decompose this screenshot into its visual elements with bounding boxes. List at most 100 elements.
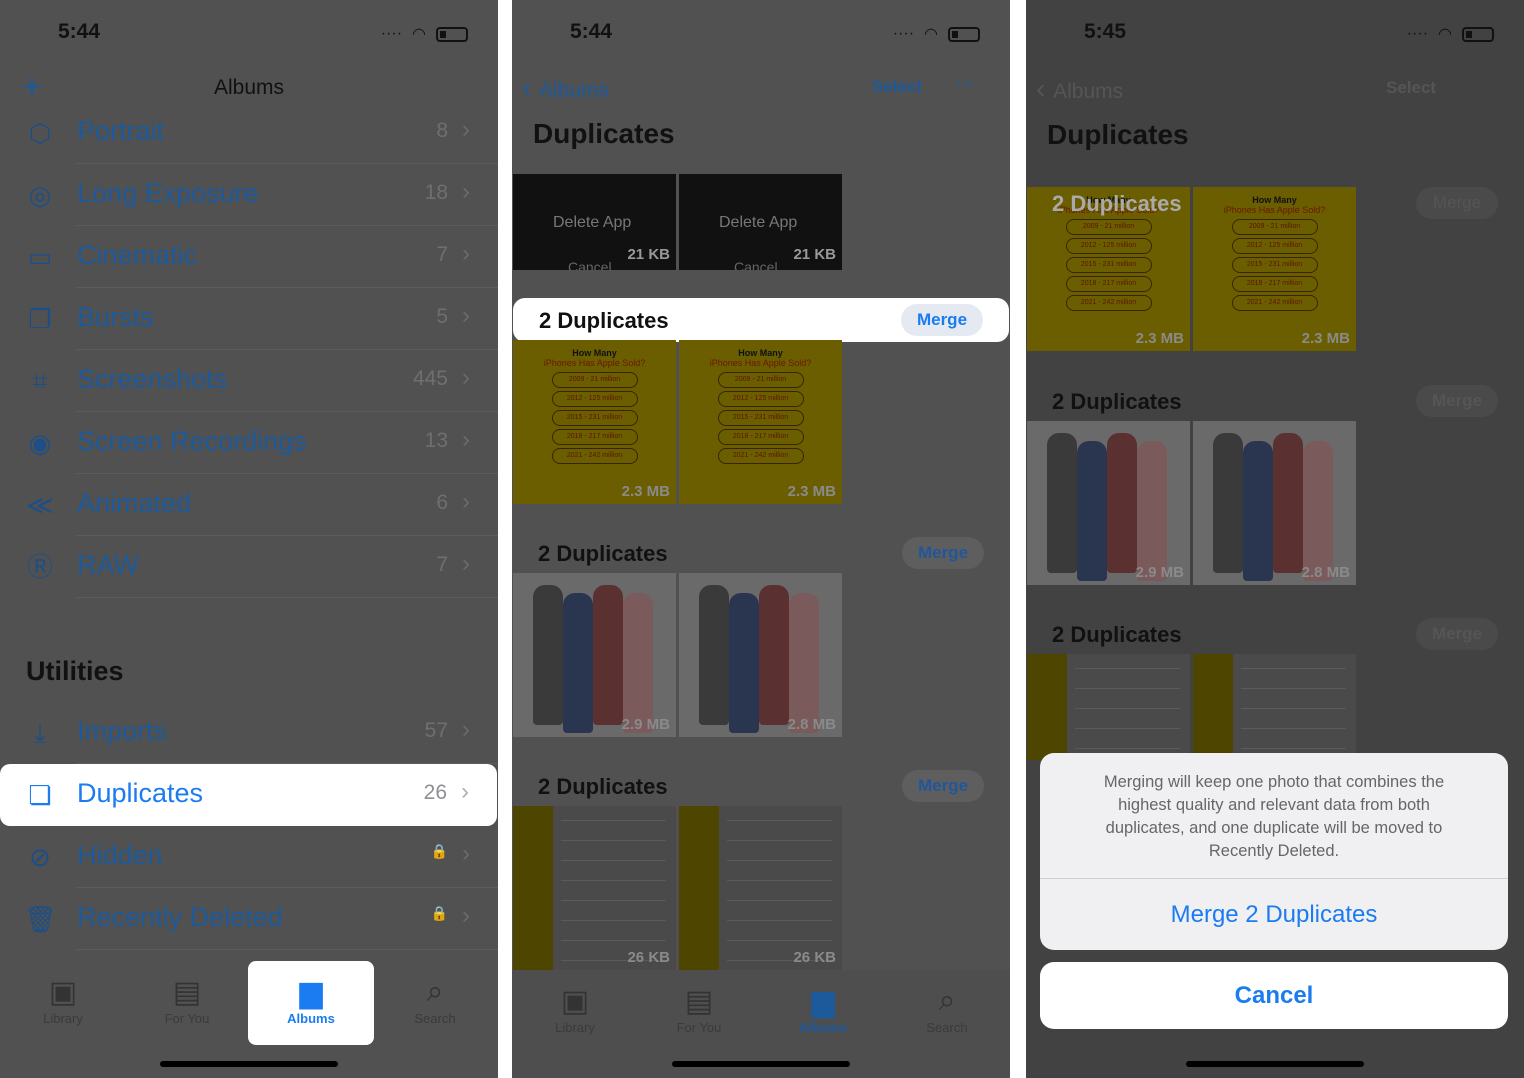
merge-button[interactable]: Merge	[902, 537, 984, 569]
file-size: 2.3 MB	[787, 483, 836, 500]
infographic-title: How Many	[572, 348, 617, 358]
album-label: Hidden	[77, 840, 163, 870]
settings-line	[727, 860, 832, 861]
thumbnail[interactable]: 2.8 MB	[1193, 421, 1356, 585]
home-indicator	[1186, 1061, 1364, 1067]
group-label: 2 Duplicates	[1052, 622, 1182, 647]
merge-button[interactable]: Merge	[1416, 385, 1498, 417]
merge-confirm-screen: 5:45 ···· ◠ ‹ Albums Select Duplicates Ho…	[1026, 0, 1524, 1078]
tab-albums[interactable]: ▆ Albums	[248, 961, 374, 1045]
cube-icon: ⬡	[28, 118, 52, 148]
merge-button[interactable]: Merge	[1416, 187, 1498, 219]
tab-albums[interactable]: ▆ Albums	[760, 970, 886, 1054]
photo-library-icon: ▣	[48, 976, 78, 1009]
thumbnail[interactable]: Delete App Cancel 21 KB	[679, 174, 842, 270]
settings-line	[727, 820, 832, 821]
album-count: 57	[424, 719, 448, 742]
nav-title: Albums	[213, 76, 285, 99]
album-label: Bursts	[77, 302, 154, 332]
album-row-screenshots[interactable]: ⌗ Screenshots 445 ›	[0, 350, 498, 412]
album-row-screen-recordings[interactable]: ◉ Screen Recordings 13 ›	[0, 412, 498, 474]
chevron-right-icon: ›	[462, 716, 470, 743]
album-label: Duplicates	[77, 778, 204, 808]
settings-line	[561, 900, 666, 901]
chevron-right-icon: ›	[461, 778, 469, 805]
tab-library[interactable]: ▣ Library	[0, 961, 126, 1045]
lock-icon: 🔒	[430, 843, 448, 859]
thumbnail[interactable]: Delete App Cancel 21 KB	[513, 174, 676, 270]
album-row-hidden[interactable]: ⊘ Hidden 🔒 ›	[0, 826, 498, 888]
file-size: 2.3 MB	[1135, 330, 1184, 347]
avatar-figure	[699, 585, 729, 725]
cancel-button[interactable]: Cancel	[1040, 962, 1508, 1029]
back-button[interactable]: ‹ Albums	[1036, 73, 1123, 105]
thumbnail[interactable]	[1027, 654, 1190, 760]
infographic-title: How Many	[1252, 195, 1297, 205]
settings-line	[561, 940, 666, 941]
infographic-row: 2021 - 242 million	[1065, 295, 1152, 311]
duplicate-group-header: 2 Duplicates Merge	[513, 298, 1009, 342]
album-count: 7	[436, 243, 448, 266]
settings-line	[561, 840, 666, 841]
thumbnail[interactable]: 26 KB	[679, 806, 842, 970]
album-row-animated[interactable]: ≪ Animated 6 ›	[0, 474, 498, 536]
album-row-recently-deleted[interactable]: 🗑 Recently Deleted 🔒 ›	[0, 888, 498, 950]
album-row-duplicates[interactable]: ❏ Duplicates 26 ›	[0, 764, 497, 826]
settings-line	[1241, 668, 1346, 669]
settings-line	[561, 920, 666, 921]
thumbnail[interactable]	[1193, 654, 1356, 760]
wifi-icon: ◠	[412, 26, 426, 43]
select-button[interactable]: Select	[872, 77, 922, 97]
album-count: 445	[412, 367, 448, 390]
home-indicator	[160, 1061, 338, 1067]
thumbnail[interactable]: How Many iPhones Has Apple Sold? 2009 - 21…	[1193, 187, 1356, 351]
tab-for-you[interactable]: ▤ For You	[124, 961, 250, 1045]
merge-button[interactable]: Merge	[1416, 618, 1498, 650]
album-row-imports[interactable]: ⤓ Imports 57 ›	[0, 702, 498, 764]
back-label: Albums	[1053, 80, 1124, 103]
thumbnail[interactable]: How Many iPhones Has Apple Sold? 2009 - 21…	[513, 340, 676, 504]
tab-search[interactable]: ⌕ Search	[884, 970, 1010, 1054]
status-time: 5:44	[58, 20, 101, 43]
select-button[interactable]: Select	[1386, 78, 1436, 98]
album-row-portrait[interactable]: ⬡ Portrait 8 ›	[0, 102, 498, 164]
more-button[interactable]: ···	[956, 74, 974, 95]
settings-strip	[1193, 654, 1233, 760]
merge-button[interactable]: Merge	[902, 770, 984, 802]
avatar-figure	[563, 593, 593, 733]
tab-library[interactable]: ▣ Library	[512, 970, 638, 1054]
tab-label: Library	[555, 1020, 595, 1035]
back-button[interactable]: ‹ Albums	[522, 72, 609, 104]
thumbnail[interactable]: 26 KB	[513, 806, 676, 970]
tab-label: Library	[43, 1011, 83, 1026]
chevron-right-icon: ›	[462, 116, 470, 143]
tab-search[interactable]: ⌕ Search	[372, 961, 498, 1045]
album-row-bursts[interactable]: ❐ Bursts 5 ›	[0, 288, 498, 350]
chevron-left-icon: ‹	[522, 72, 540, 103]
infographic-row: 2012 - 125 million	[1231, 238, 1318, 254]
status-icons: ···· ◠	[1407, 24, 1494, 44]
chevron-right-icon: ›	[462, 178, 470, 205]
merge-action-sheet: Merging will keep one photo that combine…	[1040, 753, 1508, 950]
avatar-figure	[1303, 441, 1333, 581]
thumbnail[interactable]: 2.9 MB	[1027, 421, 1190, 585]
thumbnail[interactable]: How Many iPhones Has Apple Sold? 2009 - 21…	[679, 340, 842, 504]
album-row-long-exposure[interactable]: ◎ Long Exposure 18 ›	[0, 164, 498, 226]
import-tray-icon: ⤓	[34, 718, 46, 748]
group-label: 2 Duplicates	[538, 774, 668, 799]
thumbnail[interactable]: 2.8 MB	[679, 573, 842, 737]
album-label: Imports	[77, 716, 168, 746]
avatar-figure	[623, 593, 653, 733]
album-row-cinematic[interactable]: ▭ Cinematic 7 ›	[0, 226, 498, 288]
infographic-row: 2009 - 21 million	[1065, 219, 1152, 235]
merge-button[interactable]: Merge	[901, 304, 983, 336]
settings-line	[727, 920, 832, 921]
infographic-row: 2009 - 21 million	[1231, 219, 1318, 235]
merge-duplicates-button[interactable]: Merge 2 Duplicates	[1040, 879, 1508, 950]
file-size: 2.9 MB	[1135, 564, 1184, 581]
thumbnail[interactable]: 2.9 MB	[513, 573, 676, 737]
settings-line	[1075, 688, 1180, 689]
tab-for-you[interactable]: ▤ For You	[636, 970, 762, 1054]
album-row-raw[interactable]: Ⓡ RAW 7 ›	[0, 536, 498, 598]
tab-label: Albums	[287, 1011, 335, 1026]
